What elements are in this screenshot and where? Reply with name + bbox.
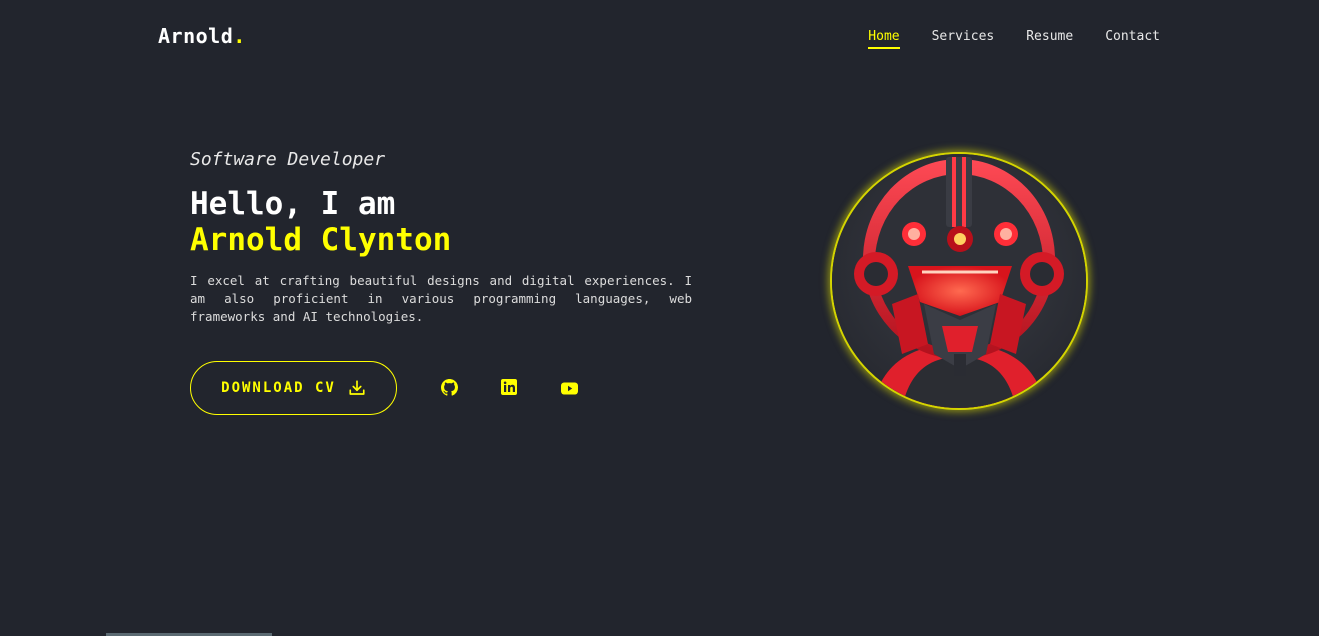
linkedin-link[interactable] [498, 378, 520, 400]
robot-helmet-illustration [832, 154, 1086, 408]
logo-dot: . [233, 24, 246, 48]
youtube-icon [560, 380, 578, 399]
download-cv-label: DOWNLOAD CV [221, 380, 336, 396]
github-link[interactable] [438, 378, 460, 400]
logo-text: Arnold [158, 24, 234, 48]
download-cv-button[interactable]: DOWNLOAD CV [190, 361, 397, 415]
profile-avatar [830, 152, 1088, 410]
youtube-link[interactable] [558, 378, 580, 400]
nav-link-contact[interactable]: Contact [1105, 29, 1160, 49]
hero-name: Arnold Clynton [190, 222, 452, 258]
github-icon [440, 378, 458, 400]
download-icon [348, 379, 366, 397]
linkedin-icon [501, 379, 517, 399]
nav-link-resume[interactable]: Resume [1026, 29, 1073, 49]
hero-role: Software Developer [190, 149, 386, 170]
nav-link-services[interactable]: Services [932, 29, 995, 49]
nav-link-home[interactable]: Home [868, 29, 900, 49]
main-nav: Home Services Resume Contact [868, 29, 1160, 49]
hero-greeting: Hello, I am [190, 186, 396, 222]
hero-bio: I excel at crafting beautiful designs an… [190, 273, 692, 324]
portfolio-page: Arnold. Home Services Resume Contact Sof… [0, 0, 1319, 636]
site-logo[interactable]: Arnold. [158, 24, 246, 48]
